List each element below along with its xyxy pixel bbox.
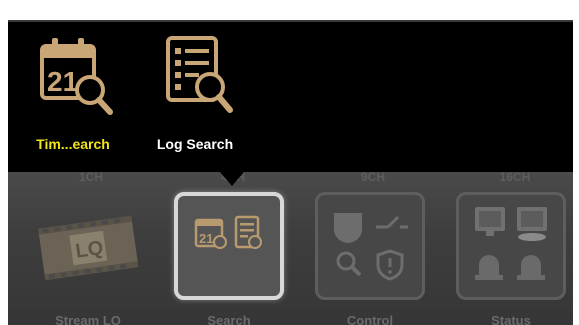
faded-header-9ch: 9CH (360, 170, 385, 184)
calendar-search-icon: 21 (40, 38, 113, 115)
status-menu-icon (475, 207, 547, 280)
search-menu-icon: 21 (194, 215, 262, 249)
popup-pointer (220, 172, 244, 186)
status-label: Status (491, 313, 531, 325)
log-search-item[interactable]: Log Search (140, 32, 250, 162)
faded-header-1ch: 1CH (78, 170, 103, 184)
svg-text:21: 21 (199, 231, 213, 246)
search-tile[interactable]: 21 (174, 192, 284, 300)
control-tile[interactable] (315, 192, 425, 300)
stream-lq-label: Stream LQ (55, 313, 121, 325)
status-tile[interactable] (456, 192, 566, 300)
launcher-bar: 1CH 4CH 9CH 16CH LQ 21 Stream LQ Search … (8, 170, 573, 325)
search-label: Search (207, 313, 251, 325)
svg-text:LQ: LQ (74, 237, 105, 263)
faded-header-16ch: 16CH (499, 170, 531, 184)
svg-text:21: 21 (47, 66, 78, 97)
control-label: Control (346, 313, 394, 325)
log-search-icon (166, 36, 233, 113)
log-search-label: Log Search (156, 136, 234, 152)
time-search-label: Tim...earch (36, 136, 110, 152)
stream-lq-tile[interactable]: LQ (33, 192, 143, 300)
search-submenu: 21 Tim...earch Log Search (8, 22, 573, 172)
app-frame: 21 Tim...earch Log Search 1CH 4CH 9CH 16… (8, 20, 573, 325)
film-strip-icon: LQ (38, 215, 139, 281)
time-search-item[interactable]: 21 Tim...earch (18, 32, 128, 162)
control-menu-icon (334, 213, 408, 281)
